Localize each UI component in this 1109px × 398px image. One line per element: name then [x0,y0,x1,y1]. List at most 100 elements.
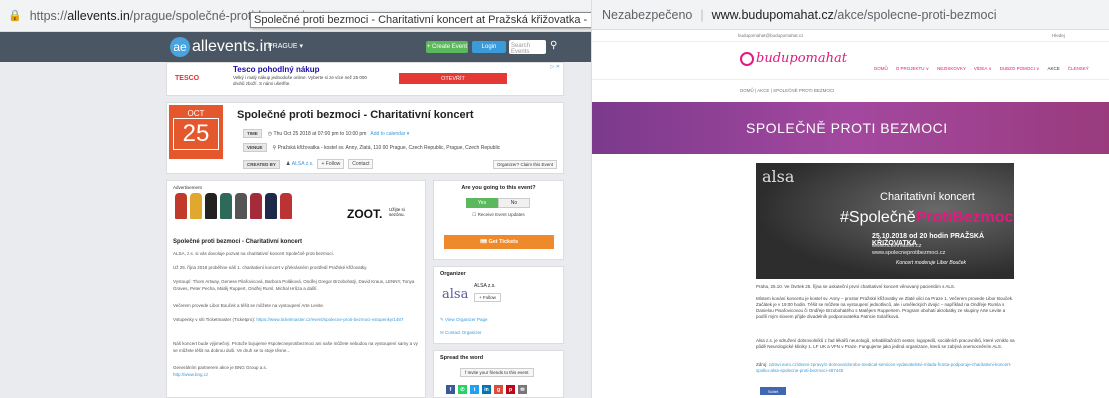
menu-item-members[interactable]: ČLENSKÝ [1068,66,1089,72]
contact-button[interactable]: Contact [348,159,374,169]
address-bar[interactable]: Nezabezpečeno | www.budupomahat.cz/akce/… [592,0,1109,30]
organizer-heading: Organizer [440,271,466,277]
organizer-follow-button[interactable]: + Follow [474,293,501,302]
get-tickets-button[interactable]: 🎟 Get Tickets [444,235,554,249]
description-heading: Společné proti bezmoci - Charitativní ko… [173,239,303,245]
page-content: TESCO Tesco pohodlný nákup Velký i malý … [0,62,591,398]
article-paragraph: Místem konání koncertu je kostel sv. Ann… [756,296,1014,319]
menu-item-home[interactable]: DOMŮ [874,66,888,72]
breadcrumb[interactable]: DOMŮ | AKCE | SPOLEČNĚ PROTI BEZMOCI [740,88,834,93]
menu-item-ngos[interactable]: NEZISKOVKY [937,66,966,72]
screenshot-composite: 🔒 https://allevents.in/prague/společné-p… [0,0,1109,398]
logo-sun-icon [740,51,754,66]
linkedin-icon[interactable]: in [482,385,491,394]
zoot-logo[interactable]: ZOOT. [347,207,382,221]
site-header: ae allevents.in PRAGUE ▾ + Create Event … [0,32,591,62]
site-logo[interactable]: budupomahat [740,51,847,66]
event-poster: alsa Charitativní koncert #SpolečněProti… [756,163,1014,279]
description-paragraph: Večerem provede Libor Bouček a těšit se … [173,303,325,308]
description-paragraph: Náš koncert bude výjimečný. Protože boju… [173,341,418,353]
social-buttons: f ✆ t in g p ✉ [446,385,527,394]
get-tickets-label: Get Tickets [488,239,519,245]
ticketmaster-link[interactable]: https://www.ticketmaster.cz/event/spolec… [256,317,403,322]
twitter-icon[interactable]: t [470,385,479,394]
source-link[interactable]: zdravi.euro.cz/denni-zpravy/z-domova/dor… [756,362,1011,373]
login-button[interactable]: Login [472,41,506,53]
claim-event-button[interactable]: Organizer? Claim this Event [492,160,557,169]
menu-item-events[interactable]: AKCE [1047,66,1059,72]
dress-image [235,193,247,219]
dress-image [265,193,277,219]
event-month: OCT [187,109,205,118]
event-day: 25 [173,118,219,150]
attendance-question: Are you going to this event? [461,185,536,191]
contact-email[interactable]: budupomahat@budupomahat.cz [738,33,803,38]
organizer-box: Organizer alsa ALSA z.s. + Follow ✎ View… [433,266,564,344]
description-paragraph: Vystoupí: Thom Artway, Genese Pilařovico… [173,279,415,291]
poster-alsa-logo: alsa [762,167,795,186]
partner-text: Generálním partnerem akce je BNG Group a… [173,365,268,370]
googleplus-icon[interactable]: g [494,385,503,394]
menu-item-help[interactable]: DUBZO POMOCI ∨ [1000,66,1040,72]
main-menu: DOMŮ O PROJEKTU ∨ NEZISKOVKY VÍDEA ∨ DUB… [874,66,1089,72]
organizer-name[interactable]: ALSA z.s. [474,283,496,289]
zoot-tagline: Užijte si sezónu. [389,207,405,217]
url-prefix: https:// [29,8,68,23]
dress-image [175,193,187,219]
ad-title[interactable]: Tesco pohodlný nákup [233,65,320,74]
receive-updates-checkbox[interactable]: ☐ Receive Event Updates [434,212,563,218]
created-tag: CREATED BY [243,159,280,169]
contact-organizer-label: Contact Organizer [445,330,482,335]
organizer-logo[interactable]: alsa [442,287,468,302]
invite-friends-button[interactable]: f Invite your friends to this event [460,368,534,377]
poster-url-2: www.spolecneprotibezmoci.cz [872,250,946,256]
event-venue[interactable]: Pražská křižovatka - kostel sv. Anny, Zl… [278,145,501,151]
description-paragraph: Už 25. října 2018 proběhne náš 1. charit… [173,265,368,270]
site-navigation: budupomahat DOMŮ O PROJEKTU ∨ NEZISKOVKY… [592,42,1109,80]
attendance-box: Are you going to this event? Yes No ☐ Re… [433,180,564,260]
description-paragraph: Generálním partnerem akce je BNG Group a… [173,365,421,378]
pinterest-icon[interactable]: p [506,385,515,394]
search-icon[interactable]: ⚲ [550,40,557,51]
fashion-ad-images[interactable] [175,193,292,219]
menu-item-videos[interactable]: VÍDEA ∨ [974,66,992,72]
email-icon[interactable]: ✉ [518,385,527,394]
logo-text: allevents.in [192,38,273,55]
separator: | [700,7,704,22]
whatsapp-icon[interactable]: ✆ [458,385,467,394]
creator-link[interactable]: ALSA z.s. [292,161,314,167]
dress-image [280,193,292,219]
partner-link[interactable]: http://www.bng.cz [173,372,208,377]
ad-choices-icon[interactable]: ▷ ✕ [551,64,560,70]
right-browser-window: Nezabezpečeno | www.budupomahat.cz/akce/… [592,0,1109,398]
url-host: www.budupomahat.cz [711,7,834,22]
search-link[interactable]: Hledej [1052,33,1065,38]
view-organizer-link[interactable]: ✎ View Organizer Page [440,317,487,323]
facebook-share-button[interactable]: Sdílet [760,387,786,395]
yes-button[interactable]: Yes [466,198,498,208]
poster-subtitle: Charitativní koncert [880,191,975,203]
contact-organizer-link[interactable]: ✉ Contact Organizer [440,330,482,336]
event-time-row: TIME ◷ Thu Oct 25 2018 at 07:00 pm to 10… [243,129,409,138]
tickets-text: Vstupenky v síti Ticketmaster (Ticketpro… [173,317,256,322]
menu-item-about[interactable]: O PROJEKTU ∨ [896,66,929,72]
event-description: Advertisement ZOOT. Užijte si sezónu. Sp… [166,180,426,398]
add-to-calendar-link[interactable]: Add to calendar ▾ [370,131,409,137]
poster-url-1: www.ticketmaster.cz [872,243,922,249]
follow-button[interactable]: + Follow [317,159,345,169]
site-logo[interactable]: ae allevents.in [170,37,272,57]
no-button[interactable]: No [498,198,530,208]
facebook-icon[interactable]: f [446,385,455,394]
ad-open-button[interactable]: OTEVŘÍT [399,73,507,84]
attendance-toggle: Yes No [466,198,530,208]
poster-host: Koncert moderuje Libor Bouček [896,260,967,266]
city-selector[interactable]: PRAGUE ▾ [268,42,303,50]
dress-image [205,193,217,219]
calendar-icon: OCT 25 [169,105,223,159]
top-advertisement[interactable]: TESCO Tesco pohodlný nákup Velký i malý … [166,62,564,96]
create-event-button[interactable]: + Create Event [426,41,468,53]
share-heading: Spread the word [440,355,484,361]
not-secure-label[interactable]: Nezabezpečeno [602,8,692,22]
search-input[interactable]: Search Events [509,40,546,55]
page-banner: SPOLEČNĚ PROTI BEZMOCI [592,102,1109,154]
